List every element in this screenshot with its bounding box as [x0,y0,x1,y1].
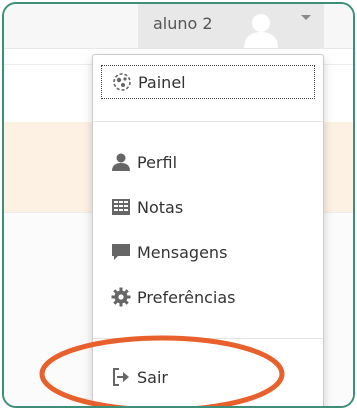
grades-icon [111,197,131,217]
user-icon [111,152,131,172]
menu-item-label: Preferências [137,287,236,307]
gear-icon [111,287,131,307]
menu-item-sair[interactable]: Sair [101,360,315,394]
message-icon [111,242,131,262]
avatar-icon [242,10,280,48]
menu-item-perfil[interactable]: Perfil [101,145,315,179]
menu-item-label: Notas [137,197,184,217]
user-menu-toggle[interactable]: aluno 2 [138,4,324,48]
menu-item-notas[interactable]: Notas [101,190,315,224]
user-name: aluno 2 [153,14,213,33]
menu-item-label: Painel [138,72,186,92]
chevron-down-icon [301,15,311,20]
menu-divider [93,121,323,122]
menu-item-label: Perfil [137,152,178,172]
menu-item-mensagens[interactable]: Mensagens [101,235,315,269]
screenshot-frame: aluno 2 Painel Perfil Notas Mensagens Pr… [2,2,355,408]
menu-item-label: Sair [137,367,168,387]
user-dropdown-menu: Painel Perfil Notas Mensagens Preferênci… [92,54,324,406]
logout-icon [111,367,131,387]
dashboard-icon [112,72,132,92]
menu-item-preferencias[interactable]: Preferências [101,280,315,314]
menu-item-label: Mensagens [137,242,228,262]
menu-divider [93,338,323,339]
menu-item-painel[interactable]: Painel [101,65,315,99]
